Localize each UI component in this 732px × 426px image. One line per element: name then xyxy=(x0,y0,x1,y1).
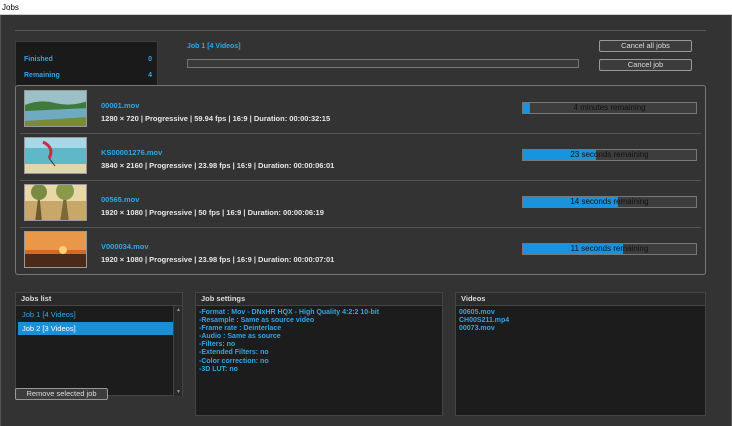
video-file-item[interactable]: CH00S211.mp4 xyxy=(459,317,509,325)
video-progress-bar: 4 minutes remaining xyxy=(522,102,697,114)
video-filename: 00001.mov xyxy=(101,101,140,110)
setting-line: -3D LUT: no xyxy=(199,365,238,373)
window-titlebar: Jobs xyxy=(0,0,732,15)
jobs-list-panel: Jobs list Job 1 [4 Videos] Job 2 [3 Vide… xyxy=(15,292,183,396)
videos-panel: Videos 00605.mov CH00S211.mp4 00073.mov xyxy=(455,292,706,416)
jobs-list-item-selected[interactable]: Job 2 [3 Videos] xyxy=(18,322,174,335)
scroll-up-icon[interactable]: ▲ xyxy=(175,307,182,313)
window-title: Jobs xyxy=(2,3,19,12)
video-progress-bar: 11 seconds remaining xyxy=(522,243,697,255)
video-row: 00565.mov 1920 × 1080 | Progressive | 50… xyxy=(16,180,705,226)
job-settings-header: Job settings xyxy=(196,293,442,306)
finished-count: 0 xyxy=(148,56,152,63)
setting-line: -Frame rate : Deinterlace xyxy=(199,325,282,333)
remove-selected-job-button[interactable]: Remove selected job xyxy=(15,388,108,400)
video-thumbnail xyxy=(24,90,87,127)
video-filename: V000034.mov xyxy=(101,242,149,251)
jobs-window: Finished 0 Remaining 4 Job 1 [4 Videos] … xyxy=(0,15,732,426)
video-metadata: 3840 × 2160 | Progressive | 23.98 fps | … xyxy=(101,161,335,170)
video-row: 00001.mov 1280 × 720 | Progressive | 59.… xyxy=(16,86,705,132)
job-stats-box: Finished 0 Remaining 4 xyxy=(15,41,158,87)
cancel-all-jobs-button[interactable]: Cancel all jobs xyxy=(599,40,692,52)
scroll-down-icon[interactable]: ▼ xyxy=(175,389,182,395)
video-file-item[interactable]: 00605.mov xyxy=(459,309,509,317)
cancel-job-button[interactable]: Cancel job xyxy=(599,59,692,71)
video-progress-text: 14 seconds remaining xyxy=(570,197,649,206)
video-metadata: 1920 × 1080 | Progressive | 23.98 fps | … xyxy=(101,255,335,264)
remaining-row: Remaining 4 xyxy=(24,72,152,79)
jobs-list-header: Jobs list xyxy=(16,293,182,306)
setting-line: -Format : Mov - DNxHR HQX - High Quality… xyxy=(199,309,380,316)
job-progress-bar xyxy=(187,59,579,68)
remaining-count: 4 xyxy=(148,72,152,79)
setting-line: -Resample : Same as source video xyxy=(199,317,315,325)
video-metadata: 1920 × 1080 | Progressive | 50 fps | 16:… xyxy=(101,208,324,217)
video-thumbnail xyxy=(24,184,87,221)
setting-line: -Extended Filters: no xyxy=(199,349,269,357)
video-row: KS00001276.mov 3840 × 2160 | Progressive… xyxy=(16,133,705,179)
job-settings-list: -Format : Mov - DNxHR HQX - High Quality… xyxy=(199,309,379,374)
jobs-list-item[interactable]: Job 1 [4 Videos] xyxy=(18,308,174,321)
video-progress-text: 23 seconds remaining xyxy=(570,150,649,159)
setting-line: -Filters: no xyxy=(199,341,236,349)
video-row: V000034.mov 1920 × 1080 | Progressive | … xyxy=(16,227,705,273)
finished-label: Finished xyxy=(24,56,53,63)
video-progress-text: 4 minutes remaining xyxy=(573,103,646,112)
videos-file-list: 00605.mov CH00S211.mp4 00073.mov xyxy=(459,309,509,333)
video-thumbnail xyxy=(24,231,87,268)
current-job-title: Job 1 [4 Videos] xyxy=(187,43,241,50)
jobs-list-scrollbar[interactable]: ▲ ▼ xyxy=(173,306,182,396)
video-filename: KS00001276.mov xyxy=(101,148,163,157)
video-progress-bar: 23 seconds remaining xyxy=(522,149,697,161)
setting-line: -Color correction: no xyxy=(199,357,269,365)
video-filename: 00565.mov xyxy=(101,195,140,204)
video-file-item[interactable]: 00073.mov xyxy=(459,325,509,333)
video-metadata: 1280 × 720 | Progressive | 59.94 fps | 1… xyxy=(101,114,331,123)
video-thumbnail xyxy=(24,137,87,174)
video-queue-panel: 00001.mov 1280 × 720 | Progressive | 59.… xyxy=(15,85,706,275)
divider xyxy=(15,30,706,31)
finished-row: Finished 0 xyxy=(24,56,152,63)
remaining-label: Remaining xyxy=(24,72,60,79)
setting-line: -Audio : Same as source xyxy=(199,333,281,341)
videos-panel-header: Videos xyxy=(456,293,705,306)
job-settings-panel: Job settings -Format : Mov - DNxHR HQX -… xyxy=(195,292,443,416)
video-progress-text: 11 seconds remaining xyxy=(570,244,649,253)
video-progress-bar: 14 seconds remaining xyxy=(522,196,697,208)
